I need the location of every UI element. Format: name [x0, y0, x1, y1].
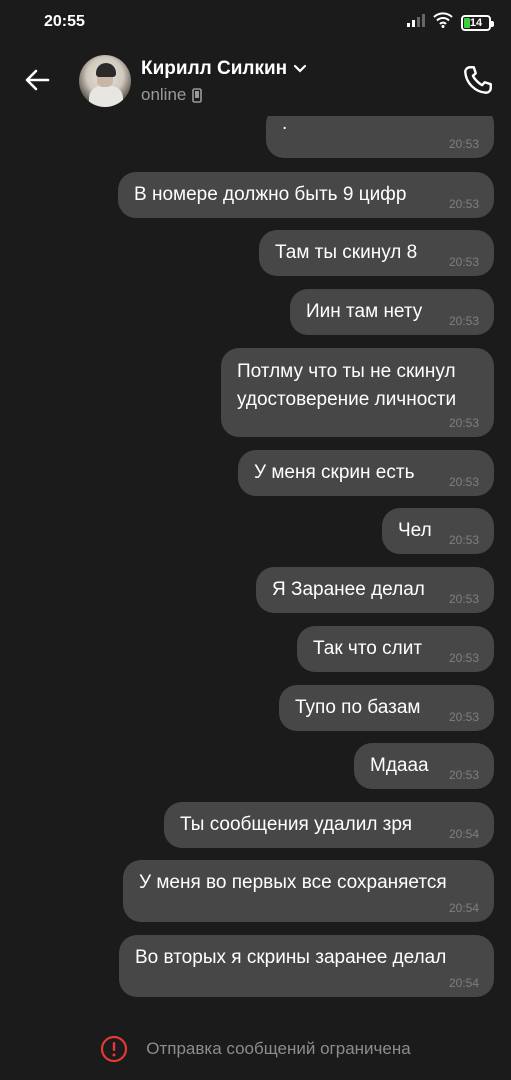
- contact-status-row: online: [141, 85, 203, 105]
- message-time: 20:53: [448, 710, 479, 724]
- message-text: Тупо по базам: [295, 697, 421, 718]
- message-time: 20:53: [448, 475, 479, 489]
- signal-icon: [407, 13, 425, 32]
- status-icons: 14: [407, 12, 494, 33]
- message-text: Ты сообщения удалил зря: [180, 814, 413, 835]
- message-bubble[interactable]: Я Заранее делал 20:53: [256, 567, 494, 613]
- mobile-device-icon: [192, 87, 203, 103]
- message-bubble[interactable]: Мдааа 20:53: [354, 743, 494, 789]
- message-text: У меня во первых все сохраняется: [139, 872, 447, 893]
- message-bubble[interactable]: Ты сообщения удалил зря 20:54: [164, 802, 494, 848]
- call-button[interactable]: [460, 62, 496, 98]
- phone-icon: [464, 66, 492, 94]
- battery-icon: 14: [461, 14, 494, 31]
- message-time: 20:53: [448, 533, 479, 547]
- status-bar: 20:55 14: [0, 0, 511, 46]
- message-time: 20:53: [448, 592, 479, 606]
- message-text: Мдааа: [370, 755, 429, 776]
- message-time: 20:54: [448, 901, 479, 915]
- message-bubble[interactable]: Во вторых я скрины заранее делал 20:54: [119, 935, 494, 997]
- battery-percent: 14: [469, 16, 483, 29]
- message-time: 20:53: [448, 255, 479, 269]
- message-bubble[interactable]: Тупо по базам 20:53: [279, 685, 494, 731]
- message-time: 20:53: [448, 651, 479, 665]
- contact-name: Кирилл Силкин: [141, 58, 288, 79]
- message-bubble[interactable]: В номере должно быть 9 цифр 20:53: [118, 172, 494, 218]
- message-bubble[interactable]: Потлму что ты не скинул удостоверение ли…: [221, 348, 494, 437]
- message-text: Иин там нету: [306, 301, 423, 322]
- message-time: 20:53: [448, 314, 479, 328]
- chevron-down-icon: [294, 64, 307, 73]
- message-time: 20:53: [448, 768, 479, 782]
- message-text: Там ты скинул 8: [275, 242, 418, 263]
- message-time: 20:54: [448, 976, 479, 990]
- message-bubble[interactable]: . 20:53: [266, 116, 494, 158]
- messaging-restricted-banner: Отправка сообщений ограничена: [0, 1017, 511, 1080]
- message-bubble[interactable]: Там ты скинул 8 20:53: [259, 230, 494, 276]
- message-text: Во вторых я скрины заранее делал: [135, 947, 447, 968]
- message-text: Чел: [398, 520, 432, 541]
- wifi-icon: [433, 12, 453, 33]
- alert-circle-icon: [101, 1035, 128, 1062]
- message-bubble[interactable]: Иин там нету 20:53: [290, 289, 494, 335]
- message-text: .: [282, 116, 288, 134]
- message-list[interactable]: . 20:53 В номере должно быть 9 цифр 20:5…: [0, 116, 511, 1016]
- message-text: У меня скрин есть: [254, 462, 415, 483]
- status-time: 20:55: [44, 13, 85, 30]
- message-bubble[interactable]: Чел 20:53: [382, 508, 494, 554]
- message-time: 20:54: [448, 827, 479, 841]
- message-bubble[interactable]: У меня во первых все сохраняется 20:54: [123, 860, 494, 922]
- avatar[interactable]: [79, 55, 131, 107]
- message-time: 20:53: [448, 197, 479, 211]
- contact-name-row[interactable]: Кирилл Силкин: [141, 58, 307, 80]
- message-text: Я Заранее делал: [272, 579, 425, 600]
- message-bubble[interactable]: У меня скрин есть 20:53: [238, 450, 494, 496]
- back-button[interactable]: [20, 62, 56, 98]
- chat-header: Кирилл Силкин online: [0, 46, 511, 116]
- message-text: Потлму что ты не скинул удостоверение ли…: [237, 361, 457, 410]
- contact-status: online: [141, 85, 187, 104]
- back-arrow-icon: [25, 69, 50, 91]
- message-text: Так что слит: [313, 638, 423, 659]
- restriction-notice: Отправка сообщений ограничена: [146, 1038, 411, 1058]
- message-bubble[interactable]: Так что слит 20:53: [297, 626, 494, 672]
- message-time: 20:53: [448, 137, 479, 151]
- message-time: 20:53: [448, 416, 479, 430]
- message-text: В номере должно быть 9 цифр: [134, 184, 407, 205]
